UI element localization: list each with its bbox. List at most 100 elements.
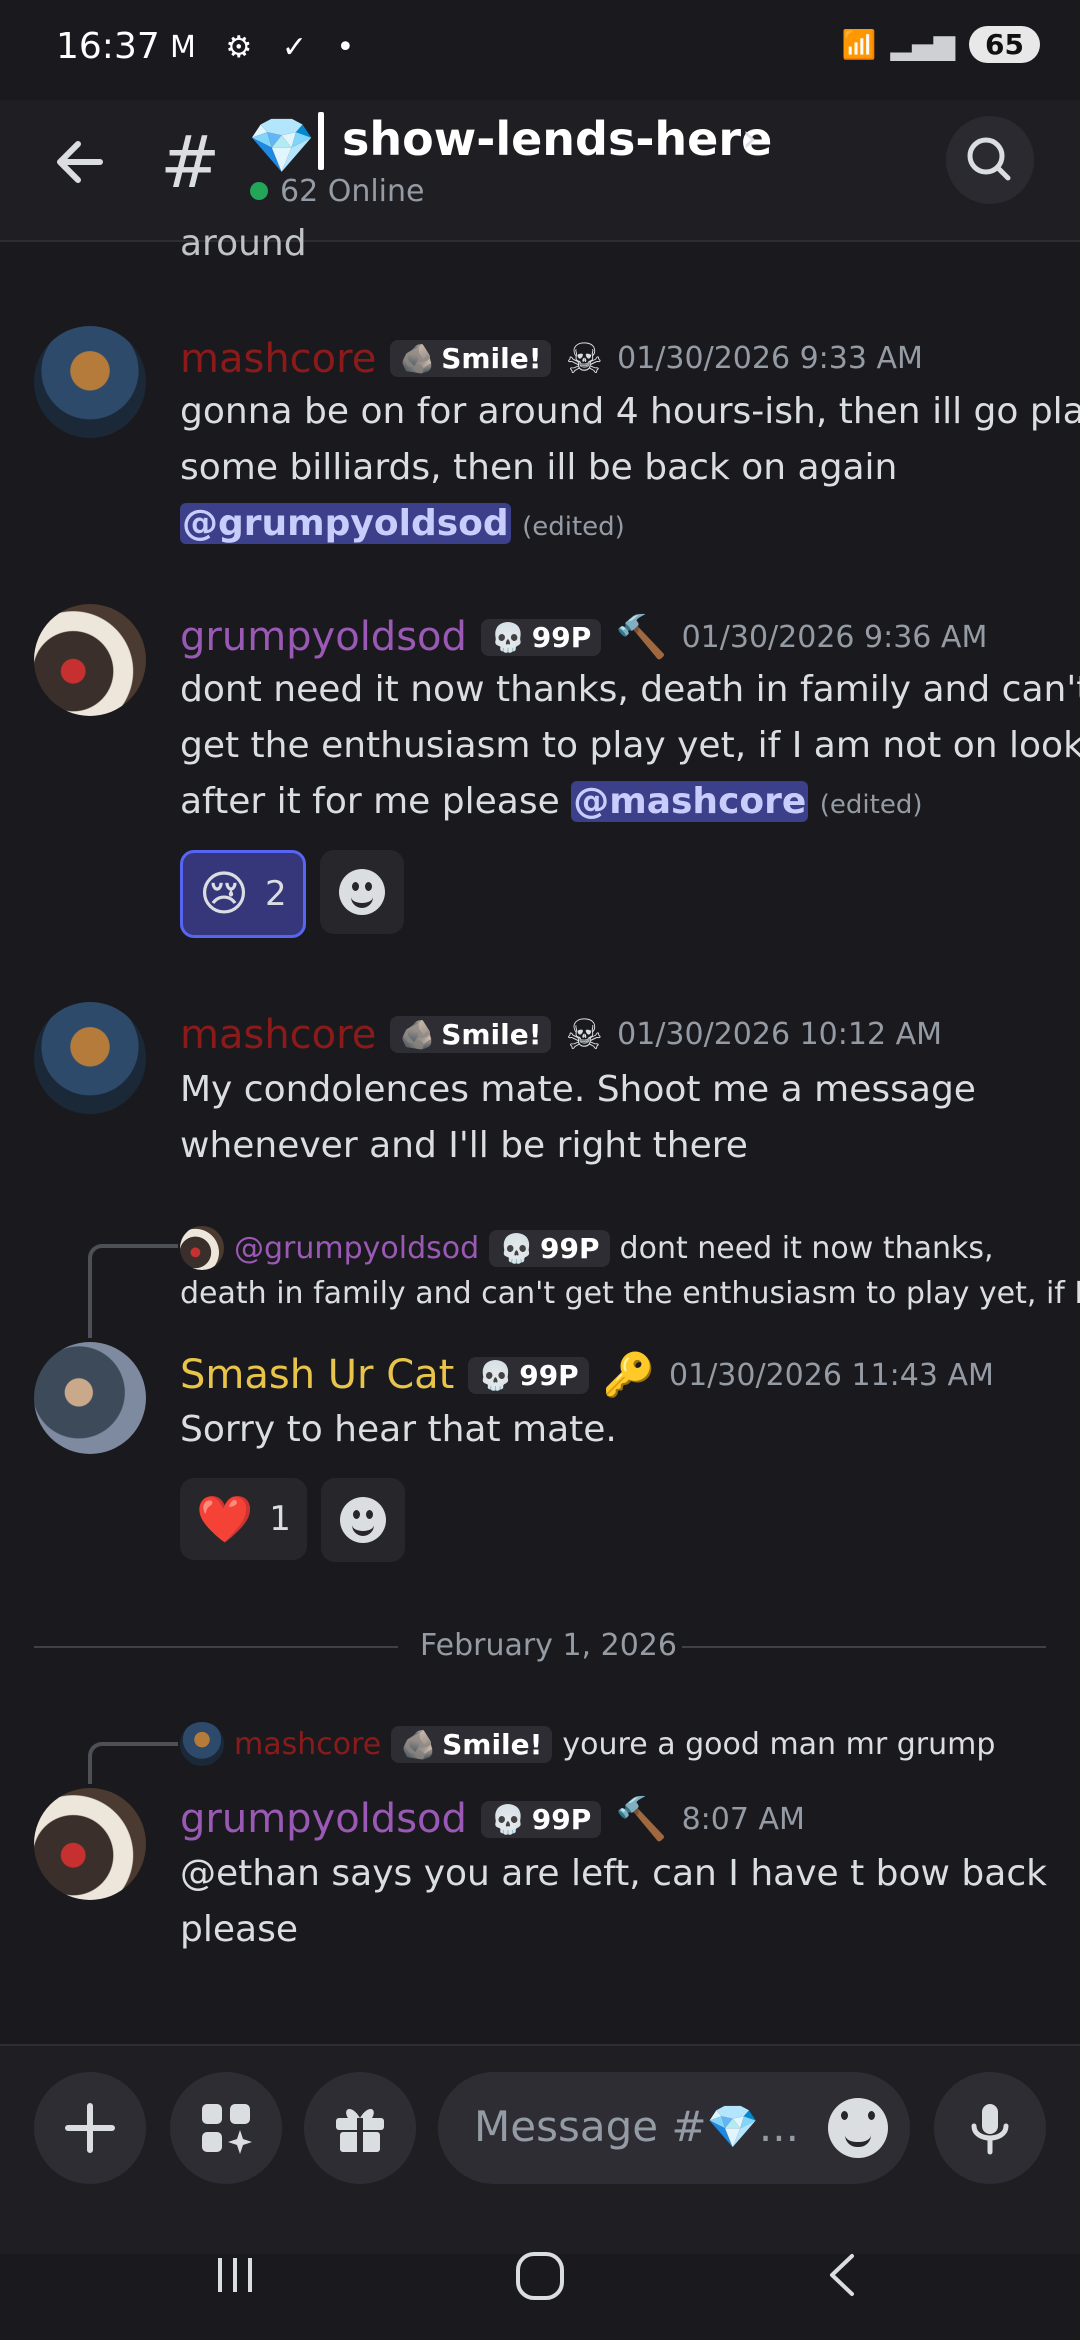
signal-icon: ▂▄▆: [890, 28, 956, 61]
reply-avatar: [180, 1722, 224, 1766]
channel-hash-icon: #: [160, 120, 221, 204]
edited-label: (edited): [819, 790, 923, 820]
online-count: 62 Online: [280, 174, 425, 209]
gift-button[interactable]: [304, 2072, 416, 2184]
date-separator: February 1, 2026: [420, 1628, 677, 1663]
battery-indicator: 65: [969, 26, 1040, 63]
channel-divider: [318, 112, 324, 170]
avatar[interactable]: [34, 1788, 146, 1900]
message-content: gonna be on for around 4 hours-ish, then…: [180, 384, 1080, 555]
gavel-icon: 🔨: [615, 1794, 668, 1843]
status-time: 16:37: [56, 26, 160, 67]
message-header: grumpyoldsod 💀 99P 🔨 01/30/2026 9:36 AM: [180, 612, 987, 662]
guild-tag[interactable]: 💀 99P: [468, 1356, 589, 1394]
status-notification-icons: M ⚙ ✓ •: [170, 30, 365, 65]
message-header: Smash Ur Cat 💀 99P 🔑 01/30/2026 11:43 AM: [180, 1350, 994, 1400]
message-content: My condolences mate. Shoot me a message …: [180, 1062, 1080, 1174]
truncated-message-text: around: [180, 223, 307, 264]
user-mention[interactable]: @grumpyoldsod: [180, 503, 511, 544]
reply-author: mashcore: [234, 1727, 382, 1762]
reaction-crying[interactable]: 😢 2: [180, 850, 306, 938]
message-content: Sorry to hear that mate.: [180, 1409, 617, 1450]
apps-icon: [202, 2104, 252, 2154]
home-icon[interactable]: [510, 2246, 570, 2306]
smiley-icon: [828, 2098, 888, 2158]
online-status-dot: [250, 182, 268, 200]
reply-preview[interactable]: mashcore 🪨 Smile! youre a good man mr gru…: [234, 1726, 995, 1763]
recent-apps-icon[interactable]: [210, 2250, 260, 2300]
skull-icon: 💀: [499, 1232, 535, 1265]
reply-preview[interactable]: @grumpyoldsod 💀 99P dont need it now than…: [234, 1230, 994, 1267]
microphone-icon: [971, 2104, 1009, 2155]
reaction-count: 1: [269, 1499, 291, 1539]
message-timestamp: 8:07 AM: [681, 1801, 805, 1837]
message-author[interactable]: grumpyoldsod: [180, 1796, 467, 1842]
message-line: whenever and I'll be right there: [180, 1125, 748, 1166]
back-arrow-icon[interactable]: [48, 130, 112, 194]
guild-tag: 🪨 Smile!: [391, 1726, 553, 1763]
avatar[interactable]: [34, 326, 146, 438]
message-timestamp: 01/30/2026 11:43 AM: [669, 1357, 994, 1393]
message-line: gonna be on for around 4 hours-ish, then…: [180, 391, 1080, 432]
reaction-heart[interactable]: ❤️ 1: [180, 1478, 307, 1560]
avatar[interactable]: [34, 1342, 146, 1454]
message-input-placeholder: Message #💎...: [474, 2102, 799, 2151]
message-author[interactable]: grumpyoldsod: [180, 614, 467, 660]
message-content: dont need it now thanks, death in family…: [180, 662, 1080, 833]
plus-icon: [65, 2103, 115, 2153]
message-author[interactable]: mashcore: [180, 1012, 376, 1058]
emoji-picker-button[interactable]: [828, 2098, 888, 2158]
reply-text-continued: death in family and can't get the enthus…: [180, 1276, 1080, 1311]
voice-message-button[interactable]: [934, 2072, 1046, 2184]
smiley-icon: [338, 869, 385, 915]
gavel-icon: 🔨: [615, 612, 668, 661]
add-reaction-button[interactable]: [319, 850, 404, 934]
edited-label: (edited): [522, 512, 625, 542]
message-line: after it for me please: [180, 781, 560, 822]
reply-text: youre a good man mr grump: [562, 1727, 996, 1762]
guild-tag[interactable]: 💀 99P: [480, 1800, 602, 1838]
message-header: mashcore 🪨 Smile! ☠ 01/30/2026 9:33 AM: [180, 334, 923, 383]
skull-icon: 💀: [490, 1802, 526, 1836]
skull-icon: 💀: [478, 1358, 514, 1392]
smiley-icon: [339, 1497, 386, 1543]
search-icon: [967, 137, 1011, 181]
guild-tag[interactable]: 💀 99P: [480, 618, 602, 656]
message-line: get the enthusiasm to play yet, if I am …: [180, 725, 1080, 766]
divider: [682, 1646, 1046, 1648]
crying-face-icon: 😢: [199, 866, 250, 922]
rock-icon: 🪨: [400, 342, 436, 375]
avatar[interactable]: [34, 1002, 146, 1114]
message-line: some billiards, then ill be back on agai…: [180, 447, 898, 488]
guild-tag[interactable]: 🪨 Smile!: [390, 340, 552, 377]
message-timestamp: 01/30/2026 9:36 AM: [681, 619, 988, 655]
message-author[interactable]: Smash Ur Cat: [180, 1352, 454, 1398]
apps-button[interactable]: [170, 2072, 282, 2184]
divider: [34, 1646, 398, 1648]
guild-tag[interactable]: 🪨 Smile!: [390, 1016, 552, 1053]
status-right: 📶 ▂▄▆ 65: [842, 26, 1040, 63]
avatar[interactable]: [34, 604, 146, 716]
search-button[interactable]: [946, 116, 1034, 204]
nav-back-icon[interactable]: [818, 2250, 868, 2300]
channel-name[interactable]: show-lends-here: [342, 112, 772, 166]
reply-avatar: [180, 1226, 224, 1270]
skull-crossbones-icon: ☠: [565, 334, 604, 383]
guild-tag: 💀 99P: [489, 1230, 610, 1267]
add-reaction-button[interactable]: [320, 1478, 405, 1562]
user-mention[interactable]: @mashcore: [571, 781, 809, 822]
rock-icon: 🪨: [401, 1728, 437, 1761]
key-icon: 🔑: [602, 1350, 656, 1399]
reply-text: dont need it now thanks,: [619, 1231, 994, 1266]
message-line: My condolences mate. Shoot me a message: [180, 1069, 976, 1110]
message-header: mashcore 🪨 Smile! ☠ 01/30/2026 10:12 AM: [180, 1010, 942, 1059]
add-attachment-button[interactable]: [34, 2072, 146, 2184]
message-timestamp: 01/30/2026 9:33 AM: [617, 341, 923, 376]
message-author[interactable]: mashcore: [180, 336, 376, 382]
diamond-icon: 💎: [248, 114, 316, 177]
gift-icon: [336, 2108, 384, 2152]
message-content: @ethan says you are left, can I have t b…: [180, 1846, 1080, 1958]
message-line: dont need it now thanks, death in family…: [180, 669, 1080, 710]
chevron-right-icon[interactable]: ›: [742, 116, 757, 160]
message-header: grumpyoldsod 💀 99P 🔨 8:07 AM: [180, 1794, 805, 1844]
